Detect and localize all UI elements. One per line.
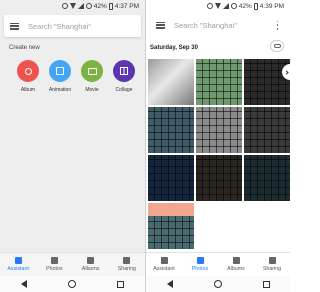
- wifi-icon: [214, 3, 221, 9]
- tab-assistant[interactable]: Assistant: [146, 253, 182, 276]
- bottom-navigation: Assistant Photos Albums Sharing: [146, 252, 290, 276]
- back-icon[interactable]: [20, 280, 27, 288]
- search-input[interactable]: Search "Shanghai": [28, 22, 141, 31]
- search-input[interactable]: Search "Shanghai": [174, 21, 276, 30]
- collage-icon: [113, 60, 135, 82]
- photo-thumbnail[interactable]: [196, 59, 242, 105]
- signal-icon: [222, 3, 229, 9]
- album-icon: [17, 60, 39, 82]
- assistant-icon: [14, 257, 22, 264]
- menu-icon[interactable]: [156, 21, 165, 29]
- create-album-button[interactable]: Album: [11, 60, 45, 93]
- clock: 4:39 PM: [259, 2, 284, 10]
- battery-percent: 42%: [238, 2, 252, 10]
- recents-icon[interactable]: [262, 280, 270, 288]
- photo-thumbnail[interactable]: [148, 59, 194, 105]
- photo-thumbnail[interactable]: [244, 155, 290, 201]
- create-movie-button[interactable]: Movie: [75, 60, 109, 93]
- photo-thumbnail[interactable]: [244, 107, 290, 153]
- sharing-icon: [268, 257, 276, 264]
- search-bar[interactable]: Search "Shanghai": [4, 15, 141, 37]
- create-animation-button[interactable]: Animation: [43, 60, 77, 93]
- system-navigation: [0, 276, 145, 292]
- animation-icon: [49, 60, 71, 82]
- wifi-icon: [69, 3, 76, 9]
- signal-icon: [77, 3, 84, 9]
- albums-icon: [232, 257, 240, 264]
- create-movie-label: Movie: [85, 87, 99, 93]
- photo-thumbnail[interactable]: [196, 155, 242, 201]
- create-new-heading: Create new: [9, 45, 40, 51]
- tab-assistant[interactable]: Assistant: [0, 253, 36, 276]
- photos-icon: [196, 257, 204, 264]
- create-new-row: Album Animation Movie Collage: [0, 60, 145, 100]
- albums-icon: [87, 257, 95, 264]
- create-collage-label: Collage: [115, 87, 133, 93]
- date-header: Saturday, Sep 30: [150, 45, 198, 51]
- tab-albums-label: Albums: [81, 266, 100, 272]
- recents-icon[interactable]: [117, 280, 125, 288]
- sharing-icon: [123, 257, 131, 264]
- more-options-icon[interactable]: [276, 20, 279, 30]
- bottom-navigation: Assistant Photos Albums Sharing: [0, 252, 145, 276]
- home-icon[interactable]: [67, 280, 76, 288]
- battery-icon: [253, 2, 258, 10]
- back-icon[interactable]: [166, 280, 173, 288]
- menu-icon[interactable]: [10, 22, 19, 30]
- create-album-label: Album: [20, 87, 36, 93]
- tab-albums-label: Albums: [227, 266, 245, 272]
- photo-thumbnail[interactable]: [148, 107, 194, 153]
- create-animation-label: Animation: [48, 87, 72, 93]
- tab-albums[interactable]: Albums: [73, 253, 109, 276]
- tab-photos[interactable]: Photos: [36, 253, 72, 276]
- tab-albums[interactable]: Albums: [218, 253, 254, 276]
- tab-photos[interactable]: Photos: [182, 253, 218, 276]
- search-bar[interactable]: Search "Shanghai": [150, 14, 286, 36]
- movie-icon: [81, 60, 103, 82]
- tab-assistant-label: Assistant: [153, 266, 175, 272]
- tab-photos-label: Photos: [46, 266, 63, 272]
- tab-photos-label: Photos: [191, 266, 209, 272]
- photo-thumbnail[interactable]: [148, 155, 194, 201]
- tab-assistant-label: Assistant: [7, 266, 29, 272]
- tab-sharing-label: Sharing: [117, 266, 136, 272]
- sync-icon: [61, 3, 68, 9]
- chevron-right-icon: [283, 69, 289, 75]
- assistant-icon: [160, 257, 168, 264]
- tab-sharing[interactable]: Sharing: [254, 253, 290, 276]
- photo-thumbnail[interactable]: [148, 203, 194, 249]
- data-icon: [85, 3, 92, 9]
- home-icon[interactable]: [213, 280, 222, 288]
- create-collage-button[interactable]: Collage: [107, 60, 141, 93]
- system-navigation: [146, 276, 290, 292]
- tab-sharing[interactable]: Sharing: [109, 253, 145, 276]
- assistant-screen: 42% 4:37 PM Search "Shanghai" Create new…: [0, 0, 145, 292]
- cloud-off-icon[interactable]: [270, 40, 284, 52]
- status-bar: 42% 4:37 PM: [0, 0, 145, 12]
- photos-icon: [50, 257, 58, 264]
- photo-thumbnail[interactable]: [196, 107, 242, 153]
- battery-percent: 42%: [93, 2, 107, 10]
- status-bar: 42% 4:39 PM: [146, 0, 290, 12]
- clock: 4:37 PM: [114, 2, 139, 10]
- tab-sharing-label: Sharing: [262, 266, 282, 272]
- screenshot-root: 42% 4:37 PM Search "Shanghai" Create new…: [0, 0, 290, 292]
- data-icon: [230, 3, 237, 9]
- photos-screen: 42% 4:39 PM Search "Shanghai" Saturday, …: [146, 0, 290, 292]
- battery-icon: [108, 2, 113, 10]
- sync-icon: [206, 3, 213, 9]
